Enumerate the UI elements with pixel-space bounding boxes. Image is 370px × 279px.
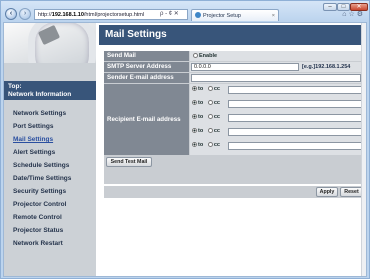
- to-radio[interactable]: [192, 86, 197, 91]
- smtp-label: SMTP Server Address: [104, 62, 189, 72]
- recipient-label: Recipient E-mail address: [104, 84, 189, 155]
- sender-email-input[interactable]: [191, 74, 361, 82]
- cc-radio[interactable]: [207, 114, 213, 119]
- network-information-link[interactable]: Top: Network Information: [4, 81, 96, 100]
- recipient-email-input[interactable]: [228, 142, 362, 150]
- recipient-email-input[interactable]: [228, 86, 362, 94]
- sidebar-item-security-settings[interactable]: Security Settings: [4, 185, 96, 198]
- cc-label: cc: [213, 142, 220, 148]
- sidebar-item-network-restart[interactable]: Network Restart: [4, 237, 96, 250]
- page-title: Mail Settings: [99, 25, 366, 45]
- recipient-email-input[interactable]: [228, 114, 362, 122]
- recipient-row: to cc: [192, 142, 362, 152]
- recipient-row: to cc: [192, 100, 362, 110]
- main-panel: Mail Settings Send Mail Enable SMTP Serv…: [99, 23, 366, 276]
- browser-tool-icons[interactable]: ⌂☆⚙: [342, 10, 365, 18]
- vertical-scrollbar[interactable]: [361, 23, 366, 276]
- top-label: Top:: [8, 83, 22, 90]
- reset-button[interactable]: Reset: [340, 187, 363, 197]
- to-label: to: [198, 100, 204, 106]
- to-label: to: [198, 142, 204, 148]
- sidebar-item-network-settings[interactable]: Network Settings: [4, 107, 96, 120]
- cc-radio[interactable]: [207, 128, 213, 133]
- mail-settings-table: Send Mail Enable SMTP Server Address 0.0…: [104, 51, 364, 184]
- sidebar: Top: Network Information Network Setting…: [4, 23, 96, 276]
- cc-radio[interactable]: [207, 142, 213, 147]
- cc-label: cc: [213, 100, 220, 106]
- sidebar-item-projector-control[interactable]: Projector Control: [4, 198, 96, 211]
- address-host: 192.168.1.10: [51, 12, 84, 18]
- sidebar-item-date-time-settings[interactable]: Date/Time Settings: [4, 172, 96, 185]
- sidebar-item-port-settings[interactable]: Port Settings: [4, 120, 96, 133]
- form-actions: Apply Reset: [104, 186, 364, 198]
- smtp-server-input[interactable]: 0.0.0.0: [191, 63, 299, 71]
- to-radio[interactable]: [192, 142, 197, 147]
- address-prefix: http://: [38, 12, 52, 18]
- recipient-values: to cc to cc to cc to cc to cc: [190, 84, 364, 155]
- forward-arrow-icon: ›: [23, 10, 27, 17]
- send-mail-value: Enable: [190, 51, 364, 61]
- to-radio[interactable]: [192, 114, 197, 119]
- browser-window: – □ ✕ ‹ › http://192.168.1.10/html/proje…: [0, 0, 370, 279]
- smtp-value: 0.0.0.0 [e.g.]192.168.1.254: [190, 62, 364, 72]
- sender-label: Sender E-mail address: [104, 73, 189, 83]
- back-arrow-icon: ‹: [9, 10, 13, 17]
- address-tools[interactable]: ρ - ¢ ✕: [160, 9, 179, 20]
- apply-button[interactable]: Apply: [316, 187, 338, 197]
- recipient-row: to cc: [192, 114, 362, 124]
- to-label: to: [198, 128, 204, 134]
- tab-close-icon[interactable]: ×: [272, 12, 275, 20]
- page-favicon-icon: [195, 12, 201, 18]
- cc-radio[interactable]: [207, 86, 213, 91]
- enable-checkbox[interactable]: [193, 53, 198, 58]
- sidebar-item-remote-control[interactable]: Remote Control: [4, 211, 96, 224]
- sidebar-item-projector-status[interactable]: Projector Status: [4, 224, 96, 237]
- recipient-row: to cc: [192, 128, 362, 138]
- send-mail-label: Send Mail: [104, 51, 189, 61]
- browser-chrome: – □ ✕ ‹ › http://192.168.1.10/html/proje…: [1, 1, 370, 22]
- recipient-email-input[interactable]: [228, 100, 362, 108]
- to-radio[interactable]: [192, 128, 197, 133]
- enable-label: Enable: [199, 53, 218, 59]
- back-button[interactable]: ‹: [5, 8, 17, 20]
- cc-label: cc: [213, 114, 220, 120]
- minimize-icon: –: [328, 4, 332, 10]
- top-title: Network Information: [8, 90, 72, 98]
- recipient-email-input[interactable]: [228, 128, 362, 136]
- sidebar-item-alert-settings[interactable]: Alert Settings: [4, 146, 96, 159]
- address-path: /html/projectorsetup.html: [83, 12, 145, 18]
- to-radio[interactable]: [192, 100, 197, 105]
- cc-label: cc: [213, 86, 220, 92]
- send-test-mail-button[interactable]: Send Test Mail: [106, 157, 152, 167]
- cc-label: cc: [213, 128, 220, 134]
- sender-value: [190, 73, 364, 83]
- recipient-row: to cc: [192, 86, 362, 96]
- send-test-row: Send Test Mail: [104, 156, 364, 168]
- minimize-button[interactable]: –: [323, 3, 337, 11]
- forward-button[interactable]: ›: [19, 8, 31, 20]
- sidebar-nav: Network Settings Port Settings Mail Sett…: [4, 107, 96, 250]
- tab-title: Projector Setup: [203, 13, 241, 19]
- page-content: Top: Network Information Network Setting…: [3, 22, 367, 277]
- projector-logo-image: [4, 23, 96, 63]
- to-label: to: [198, 86, 204, 92]
- sidebar-item-schedule-settings[interactable]: Schedule Settings: [4, 159, 96, 172]
- smtp-hint: [e.g.]192.168.1.254: [302, 64, 351, 70]
- browser-tab[interactable]: Projector Setup ×: [191, 9, 279, 21]
- sidebar-item-mail-settings[interactable]: Mail Settings: [4, 133, 96, 146]
- to-label: to: [198, 114, 204, 120]
- cc-radio[interactable]: [207, 100, 213, 105]
